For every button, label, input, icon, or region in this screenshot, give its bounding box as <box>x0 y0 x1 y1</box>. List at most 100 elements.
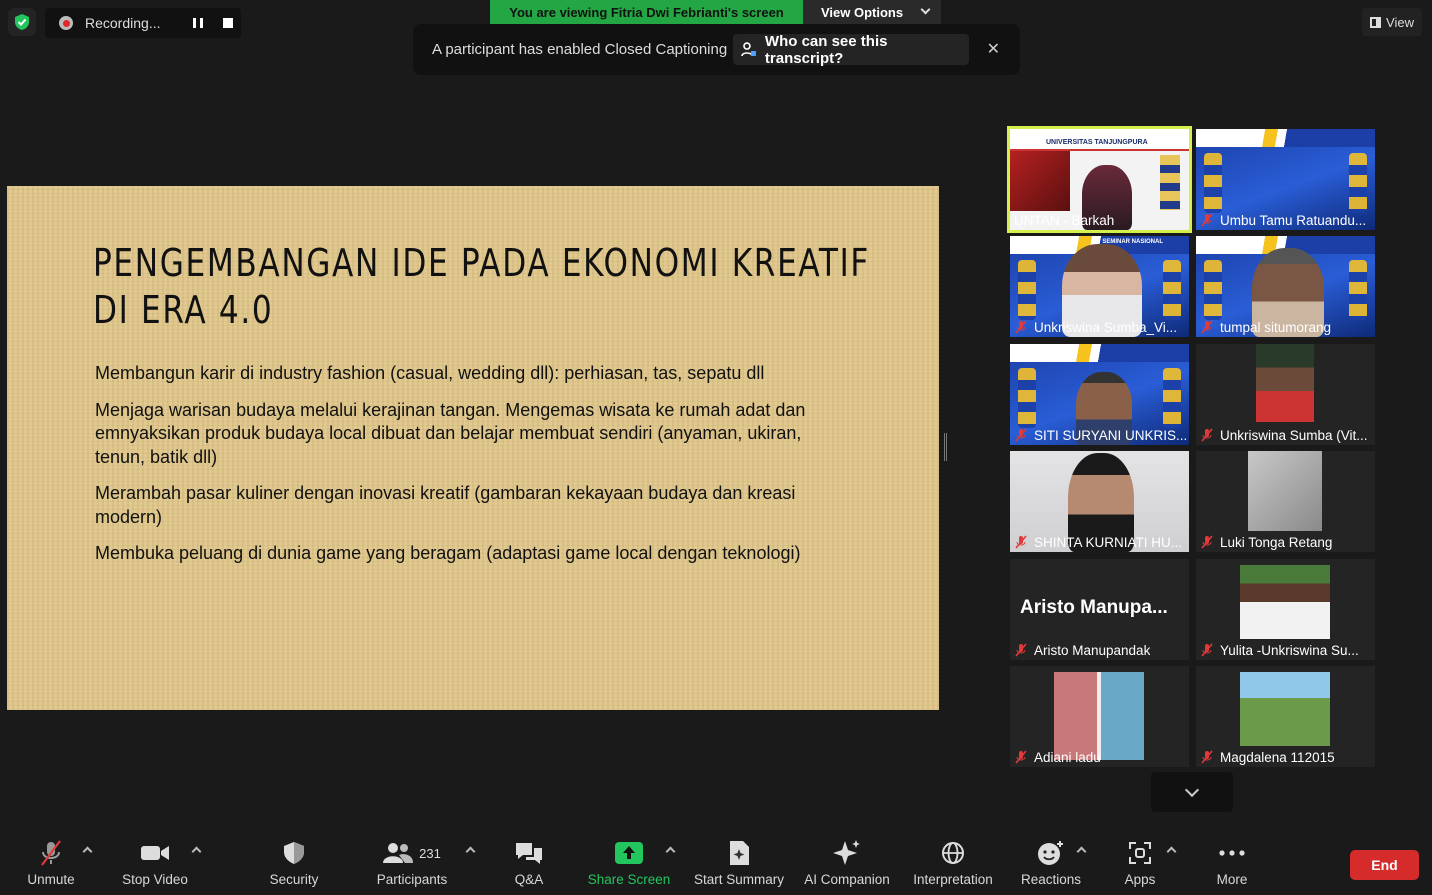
layout-grid-icon <box>1370 16 1382 28</box>
video-camera-icon <box>141 846 169 860</box>
participant-tile[interactable]: Magdalena 112015 <box>1196 666 1375 767</box>
slide-bullet: Membuka peluang di dunia game yang berag… <box>95 543 801 563</box>
start-summary-label: Start Summary <box>693 872 785 887</box>
pause-recording-icon[interactable] <box>193 18 203 28</box>
participant-tile[interactable]: Aristo Manupa... Aristo Manupandak <box>1010 559 1189 660</box>
participant-name: Umbu Tamu Ratuandu... <box>1200 210 1366 230</box>
globe-icon <box>942 842 964 864</box>
view-button-label: View <box>1386 14 1414 30</box>
slide-title: PENGEMBANGAN IDE PADA EKONOMI KREATIF DI… <box>93 240 868 334</box>
recording-dot-icon <box>59 16 73 30</box>
muted-mic-icon <box>1201 428 1213 442</box>
participant-name: SITI SURYANI UNKRIS... <box>1014 425 1186 445</box>
shield-icon <box>284 842 304 864</box>
muted-mic-icon <box>1201 320 1213 334</box>
chevron-up-icon[interactable] <box>82 846 93 857</box>
sparkle-icon <box>833 840 860 865</box>
participants-button[interactable]: 231 Participants <box>372 834 452 895</box>
view-button[interactable]: View <box>1362 8 1422 36</box>
slide-bullet: Menjaga warisan budaya melalui kerajinan… <box>95 399 806 467</box>
participant-tile[interactable]: SEMINAR NASIONAL Unkriswina Sumba_Vi... <box>1010 236 1189 337</box>
participant-tile[interactable]: Yulita -Unkriswina Su... <box>1196 559 1375 660</box>
recording-label: Recording... <box>85 15 161 31</box>
participant-name: Yulita -Unkriswina Su... <box>1200 640 1359 660</box>
reactions-label: Reactions <box>1020 872 1082 887</box>
muted-mic-icon <box>1015 428 1027 442</box>
chevron-up-icon[interactable] <box>1166 846 1177 857</box>
caption-notification: A participant has enabled Closed Caption… <box>413 24 1020 75</box>
muted-mic-icon <box>1015 643 1027 657</box>
stop-recording-icon[interactable] <box>223 18 233 28</box>
who-can-see-label: Who can see this transcript? <box>764 32 888 67</box>
participant-name: Luki Tonga Retang <box>1200 532 1332 552</box>
ai-companion-label: AI Companion <box>804 872 890 887</box>
participant-tile[interactable]: Umbu Tamu Ratuandu... <box>1196 129 1375 230</box>
share-screen-icon <box>615 842 643 864</box>
participant-name: Adiani ladu <box>1014 747 1101 767</box>
participant-tile[interactable]: Adiani ladu <box>1010 666 1189 767</box>
muted-mic-icon <box>1201 535 1213 549</box>
qa-button[interactable]: Q&A <box>506 834 552 895</box>
start-summary-button[interactable]: Start Summary <box>690 834 788 895</box>
who-can-see-button[interactable]: Who can see this transcript? <box>733 32 969 67</box>
slide-title-line2: DI ERA 4.0 <box>93 288 274 332</box>
participant-tile[interactable]: tumpal situmorang <box>1196 236 1375 337</box>
participant-name: Unkriswina Sumba_Vi... <box>1014 317 1177 337</box>
participant-name: Magdalena 112015 <box>1200 747 1335 767</box>
participants-count: 231 <box>419 845 441 861</box>
more-button[interactable]: More <box>1208 834 1256 895</box>
participant-tile[interactable]: UNIVERSITAS TANJUNGPURA UNTAN - Barkah <box>1007 126 1192 233</box>
participant-name: Aristo Manupandak <box>1014 640 1150 660</box>
emoji-reaction-icon <box>1038 841 1063 865</box>
unmute-button[interactable]: Unmute <box>20 834 82 895</box>
participants-label: Participants <box>376 872 448 887</box>
view-options-label: View Options <box>821 4 904 20</box>
participant-display-name: Aristo Manupa... <box>1020 597 1168 618</box>
more-dots-icon <box>1219 850 1245 856</box>
chevron-up-icon[interactable] <box>465 846 476 857</box>
stop-video-button[interactable]: Stop Video <box>116 834 194 895</box>
split-resize-handle[interactable] <box>944 433 947 461</box>
muted-mic-icon <box>1201 213 1213 227</box>
qa-chat-icon <box>516 843 542 864</box>
participant-tile[interactable]: Luki Tonga Retang <box>1196 451 1375 552</box>
shared-screen-slide: PENGEMBANGAN IDE PADA EKONOMI KREATIF DI… <box>7 186 939 710</box>
slide-bullet: Membangun karir di industry fashion (cas… <box>95 363 765 383</box>
encryption-shield[interactable] <box>8 8 36 36</box>
participant-name: SHINTA KURNIATI HU... <box>1014 532 1182 552</box>
participant-name: Unkriswina Sumba (Vit... <box>1200 425 1368 445</box>
summary-document-icon <box>730 841 749 865</box>
slide-bullet: Merambah pasar kuliner dengan inovasi kr… <box>95 483 796 527</box>
share-screen-label: Share Screen <box>587 872 671 887</box>
mic-muted-icon <box>41 840 61 866</box>
participant-tile[interactable]: SHINTA KURNIATI HU... <box>1010 451 1189 552</box>
chevron-down-icon <box>920 4 931 15</box>
interpretation-button[interactable]: Interpretation <box>906 834 1000 895</box>
caption-message: A participant has enabled Closed Caption… <box>432 41 728 58</box>
muted-mic-icon <box>1015 535 1027 549</box>
view-options-button[interactable]: View Options <box>803 0 941 24</box>
security-button[interactable]: Security <box>262 834 326 895</box>
muted-mic-icon <box>1015 320 1027 334</box>
participant-tile[interactable]: Unkriswina Sumba (Vit... <box>1196 344 1375 445</box>
apps-button[interactable]: Apps <box>1116 834 1164 895</box>
ai-companion-button[interactable]: AI Companion <box>800 834 894 895</box>
apps-label: Apps <box>1124 872 1156 887</box>
poster-univ-text: UNIVERSITAS TANJUNGPURA <box>1046 139 1148 146</box>
reactions-button[interactable]: Reactions <box>1018 834 1084 895</box>
end-meeting-button[interactable]: End <box>1350 850 1419 880</box>
qa-label: Q&A <box>514 872 544 887</box>
viewing-banner: You are viewing Fitria Dwi Febrianti's s… <box>490 0 803 24</box>
person-lock-icon <box>741 41 756 56</box>
share-screen-button[interactable]: Share Screen <box>586 834 672 895</box>
more-label: More <box>1216 872 1248 887</box>
gallery-next-page-button[interactable] <box>1151 772 1233 812</box>
participants-icon <box>383 843 414 863</box>
muted-mic-icon <box>1201 750 1213 764</box>
participant-name: UNTAN - Barkah <box>1014 212 1115 228</box>
close-icon[interactable]: ✕ <box>987 39 1000 59</box>
participant-tile[interactable]: SITI SURYANI UNKRIS... <box>1010 344 1189 445</box>
interpretation-label: Interpretation <box>913 872 993 887</box>
muted-mic-icon <box>1015 750 1027 764</box>
participant-name: tumpal situmorang <box>1200 317 1331 337</box>
